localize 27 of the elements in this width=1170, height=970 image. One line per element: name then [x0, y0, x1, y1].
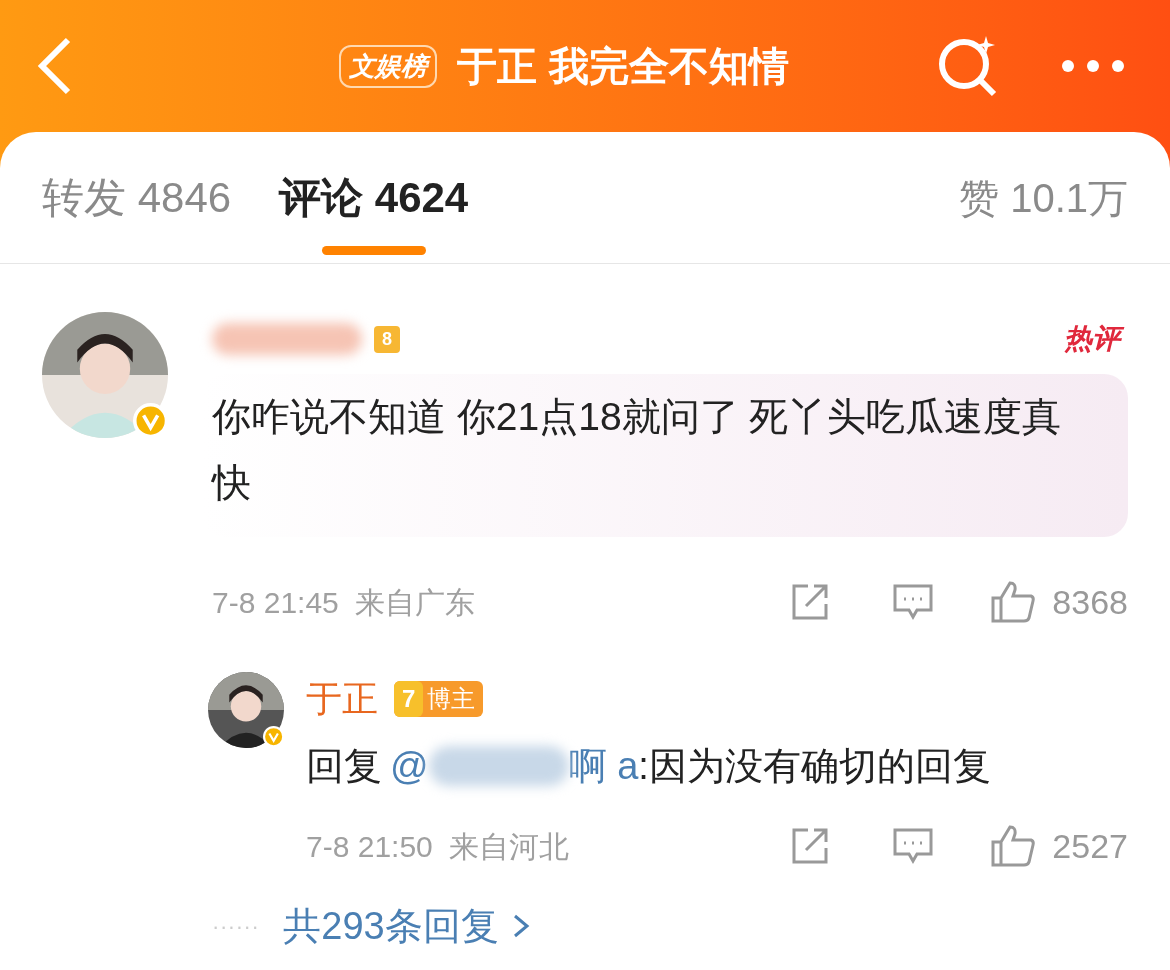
like-count: 8368: [1052, 581, 1128, 623]
comment-text: 你咋说不知道 你21点18就问了 死丫头吃瓜速度真快: [212, 394, 1063, 507]
hot-comment-label: 热评: [1060, 319, 1128, 359]
comment-location: 来自广东: [354, 584, 475, 621]
likes-count: 赞 10.1万: [959, 174, 1128, 222]
comment-icon[interactable]: [892, 583, 935, 622]
tab[interactable]: 转发 4846: [42, 132, 232, 263]
comment-time: 7-8 21:50: [306, 828, 433, 865]
thumbs-up-icon[interactable]: [990, 824, 1037, 869]
thumbs-up-icon[interactable]: [990, 580, 1037, 625]
page-title: 于正 我完全不知情: [457, 43, 789, 90]
back-icon[interactable]: [36, 36, 72, 96]
reply-text: 回复 @ 啊 a:因为没有确切的回复: [306, 743, 992, 789]
more-icon[interactable]: [1060, 58, 1126, 74]
comment-icon[interactable]: [892, 827, 935, 866]
dots: ······: [212, 912, 260, 941]
like-count: 2527: [1052, 825, 1128, 867]
username[interactable]: 于正: [306, 671, 378, 726]
comment-location: 来自河北: [448, 828, 569, 865]
tab[interactable]: 评论 4624: [279, 132, 469, 263]
ranking-tag: 文娱榜: [339, 44, 438, 88]
comment-time: 7-8 21:45: [212, 584, 339, 621]
level-badge: 8: [374, 325, 400, 353]
verified-icon: [262, 726, 284, 748]
verified-icon: [132, 402, 168, 438]
blogger-badge: 7 博主: [394, 680, 484, 717]
more-replies-link[interactable]: 共293条回复: [283, 897, 499, 955]
